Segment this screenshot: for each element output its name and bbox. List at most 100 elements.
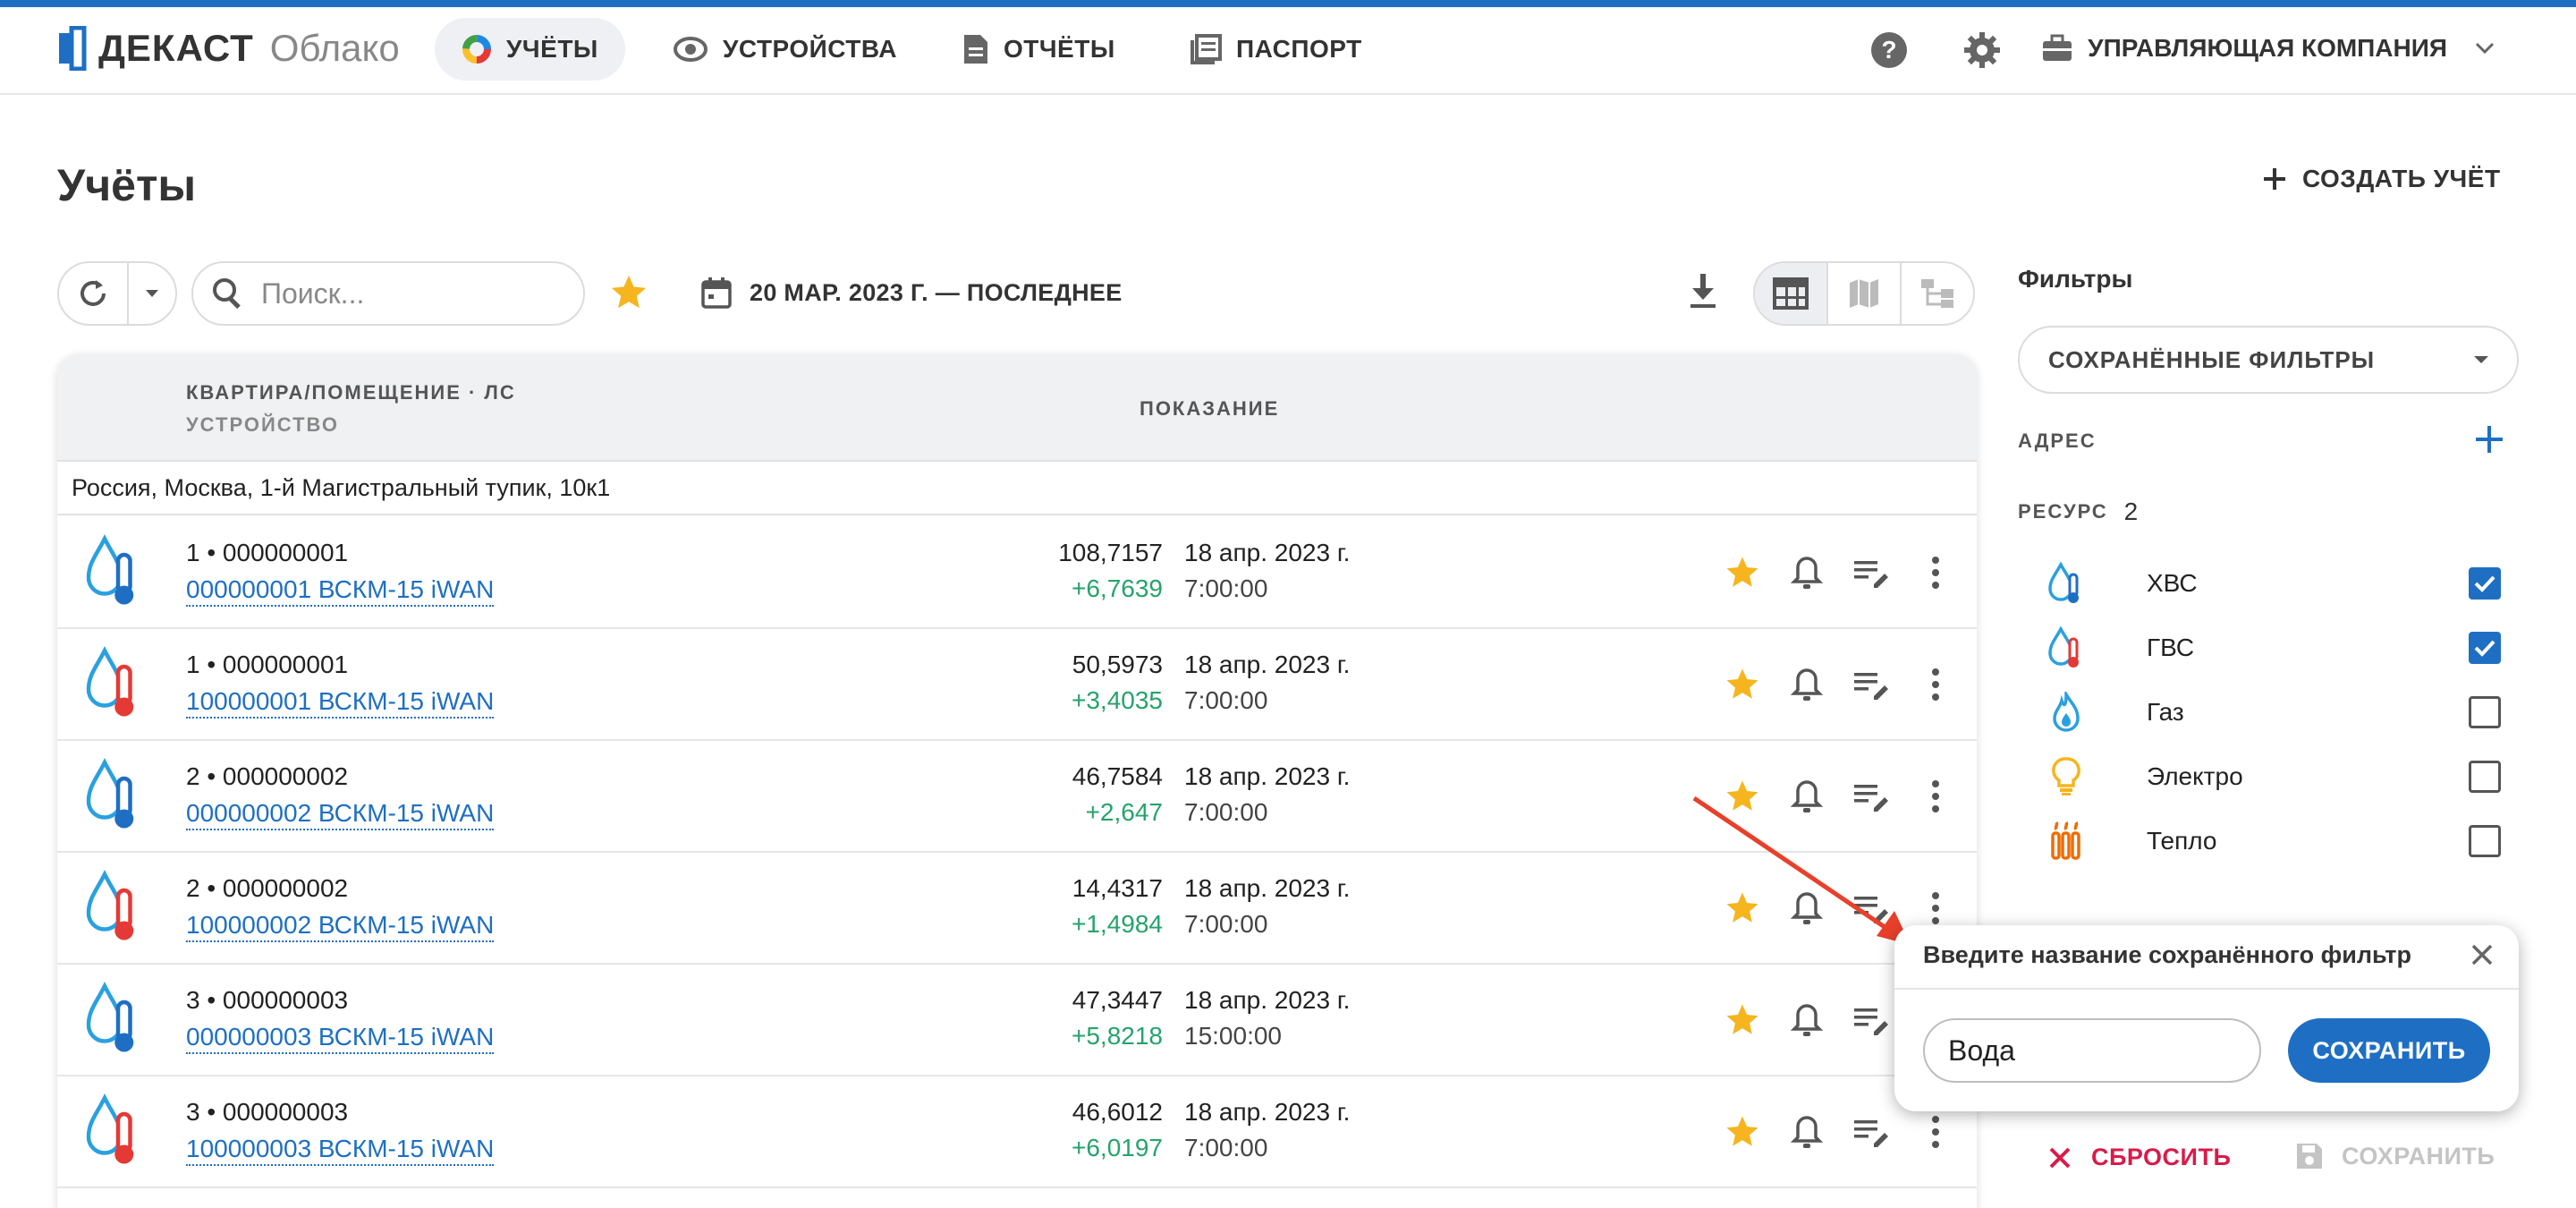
- view-table-button[interactable]: [1755, 263, 1828, 324]
- saved-filters-select[interactable]: СОХРАНЁННЫЕ ФИЛЬТРЫ: [2018, 326, 2519, 394]
- device-link[interactable]: 000000003 ВСКМ-15 iWAN: [186, 1022, 495, 1054]
- edit-note-icon[interactable]: [1852, 665, 1891, 704]
- notification-bell-icon[interactable]: [1787, 665, 1826, 704]
- floppy-disk-icon: [2295, 1142, 2324, 1170]
- resource-checkbox[interactable]: [2469, 761, 2501, 793]
- device-link[interactable]: 100000001 ВСКМ-15 iWAN: [186, 686, 495, 719]
- more-vert-icon[interactable]: [1916, 665, 1955, 704]
- resource-checkbox[interactable]: [2469, 825, 2501, 857]
- resource-item-heat[interactable]: Тепло: [2045, 818, 2501, 864]
- search-icon: [211, 276, 245, 311]
- popup-divider: [1894, 988, 2519, 990]
- popup-save-button[interactable]: СОХРАНИТЬ: [2288, 1018, 2490, 1083]
- device-icon: [673, 34, 708, 64]
- device-link[interactable]: 000000002 ВСКМ-15 iWAN: [186, 798, 495, 830]
- favorite-star-icon[interactable]: [1723, 553, 1762, 592]
- refresh-options-button[interactable]: [129, 288, 175, 299]
- add-address-plus-icon[interactable]: [2474, 424, 2504, 455]
- column-header-reading[interactable]: ПОКАЗАНИЕ: [1140, 397, 1279, 421]
- refresh-group: [57, 261, 177, 326]
- resource-item-cold-water[interactable]: ХВС: [2045, 560, 2501, 607]
- nav-tab-accounting[interactable]: УЧЁТЫ: [435, 18, 625, 81]
- nav-label: ПАСПОРТ: [1236, 35, 1362, 63]
- settings-gear-icon[interactable]: [1962, 30, 2002, 70]
- table-row[interactable]: 3 • 000000003 100000003 ВСКМ-15 iWAN 46,60…: [57, 1076, 1977, 1188]
- cold-water-icon: [86, 757, 140, 832]
- refresh-button[interactable]: [59, 263, 129, 324]
- view-tree-button[interactable]: [1902, 263, 1973, 324]
- address-group-row: Россия, Москва, 1-й Магистральный тупик,…: [57, 462, 1977, 515]
- accounting-table: КВАРТИРА/ПОМЕЩЕНИЕ · ЛС УСТРОЙСТВО ПОКАЗ…: [57, 354, 1977, 1208]
- accounting-pie-icon: [462, 34, 492, 64]
- favorite-star-icon[interactable]: [1723, 1112, 1762, 1152]
- view-mode-toggle: [1753, 261, 1975, 326]
- download-icon[interactable]: [1685, 272, 1721, 310]
- resource-item-hot-water[interactable]: ГВС: [2045, 625, 2501, 671]
- light-bulb-icon: [2045, 753, 2088, 800]
- edit-note-icon[interactable]: [1852, 553, 1891, 592]
- favorites-filter-star-icon[interactable]: [608, 272, 649, 313]
- column-header-apartment[interactable]: КВАРТИРА/ПОМЕЩЕНИЕ · ЛС: [186, 381, 516, 404]
- resource-checkbox[interactable]: [2469, 567, 2501, 600]
- save-filters-button[interactable]: СОХРАНИТЬ: [2295, 1142, 2495, 1170]
- company-selector[interactable]: УПРАВЛЯЮЩАЯ КОМПАНИЯ: [2041, 25, 2496, 72]
- edit-note-icon[interactable]: [1852, 1112, 1891, 1152]
- table-header: КВАРТИРА/ПОМЕЩЕНИЕ · ЛС УСТРОЙСТВО ПОКАЗ…: [57, 354, 1977, 462]
- nav-label: УСТРОЙСТВА: [723, 35, 897, 63]
- nav-tab-devices[interactable]: УСТРОЙСТВА: [646, 18, 924, 81]
- notification-bell-icon[interactable]: [1787, 1000, 1826, 1040]
- edit-note-icon[interactable]: [1852, 1000, 1891, 1040]
- favorite-star-icon[interactable]: [1723, 665, 1762, 704]
- more-vert-icon[interactable]: [1916, 1112, 1955, 1152]
- reading-date: 18 апр. 2023 г.: [1184, 874, 1351, 902]
- app-logo[interactable]: ДЕКАСТ Облако: [57, 25, 400, 72]
- help-icon[interactable]: ?: [1869, 30, 1909, 70]
- notification-bell-icon[interactable]: [1787, 1112, 1826, 1152]
- view-map-button[interactable]: [1828, 263, 1902, 324]
- favorite-star-icon[interactable]: [1723, 1000, 1762, 1040]
- filters-title: Фильтры: [2018, 265, 2133, 293]
- nav-tab-reports[interactable]: ОТЧЁТЫ: [936, 18, 1142, 81]
- nav-label: ОТЧЁТЫ: [1004, 35, 1115, 63]
- logo-mark-icon: [57, 26, 88, 71]
- table-row[interactable]: 1 • 000000001 100000001 ВСКМ-15 iWAN 50,59…: [57, 629, 1977, 741]
- notification-bell-icon[interactable]: [1787, 553, 1826, 592]
- hot-water-icon: [2045, 625, 2088, 671]
- reset-filters-button[interactable]: СБРОСИТЬ: [2048, 1144, 2231, 1171]
- create-label: СОЗДАТЬ УЧЁТ: [2302, 165, 2501, 192]
- map-view-icon: [1848, 277, 1880, 310]
- more-vert-icon[interactable]: [1916, 553, 1955, 592]
- date-range-picker[interactable]: 20 МАР. 2023 Г. — ПОСЛЕДНЕЕ: [701, 270, 1123, 315]
- tree-view-icon: [1919, 277, 1955, 310]
- device-link[interactable]: 100000002 ВСКМ-15 iWAN: [186, 910, 495, 942]
- resource-item-electricity[interactable]: Электро: [2045, 753, 2501, 800]
- nav-tab-passport[interactable]: ПАСПОРТ: [1163, 18, 1389, 81]
- resource-item-gas[interactable]: Газ: [2045, 689, 2501, 736]
- reading-value: 47,3447: [1072, 986, 1163, 1014]
- gas-flame-icon: [2045, 689, 2088, 736]
- table-row[interactable]: 2 • 000000002 000000002 ВСКМ-15 iWAN 46,75…: [57, 741, 1977, 853]
- popup-title: Введите название сохранённого фильтр: [1923, 941, 2411, 968]
- nav-label: УЧЁТЫ: [506, 35, 598, 63]
- report-icon: [962, 33, 989, 65]
- cold-water-icon: [86, 533, 140, 608]
- reading-date: 18 апр. 2023 г.: [1184, 539, 1351, 566]
- filter-name-input[interactable]: [1923, 1018, 2261, 1083]
- table-row[interactable]: 3 • 000000003 000000003 ВСКМ-15 iWAN 47,34…: [57, 965, 1977, 1076]
- table-row[interactable]: 2 • 000000002 100000002 ВСКМ-15 iWAN 14,43…: [57, 853, 1977, 965]
- resource-checkbox[interactable]: [2469, 632, 2501, 664]
- resource-checkbox[interactable]: [2469, 696, 2501, 728]
- device-link[interactable]: 000000001 ВСКМ-15 iWAN: [186, 574, 495, 607]
- create-accounting-button[interactable]: СОЗДАТЬ УЧЁТ: [2263, 165, 2501, 193]
- column-header-device[interactable]: УСТРОЙСТВО: [186, 413, 339, 437]
- close-icon[interactable]: [2467, 940, 2497, 970]
- reading-time: 15:00:00: [1184, 1022, 1282, 1050]
- row-actions: [1723, 553, 1955, 592]
- device-link[interactable]: 100000003 ВСКМ-15 iWAN: [186, 1134, 495, 1166]
- search-input[interactable]: [261, 276, 565, 311]
- apartment-account: 2 • 000000002: [186, 874, 349, 902]
- svg-text:?: ?: [1881, 36, 1896, 64]
- refresh-icon: [76, 276, 110, 311]
- table-row[interactable]: 1 • 000000001 000000001 ВСКМ-15 iWAN 108,7…: [57, 517, 1977, 629]
- reading-delta: +6,0197: [1072, 1134, 1163, 1161]
